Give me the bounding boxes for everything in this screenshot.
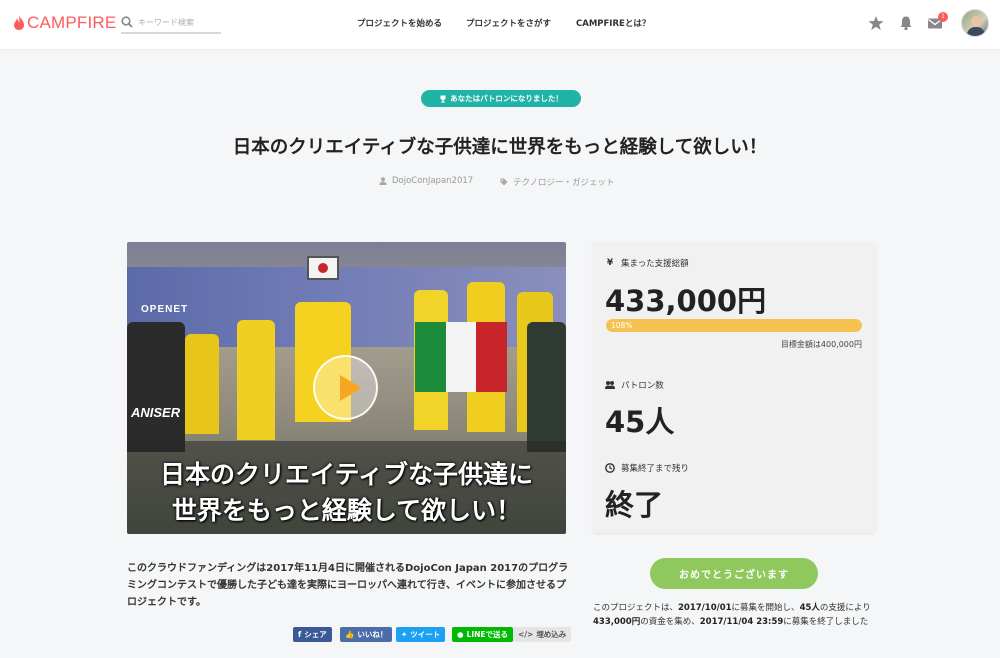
user-icon	[379, 177, 387, 185]
twitter-icon: ✦	[401, 630, 408, 639]
embed-label: 埋め込み	[536, 630, 567, 639]
laptop-flag	[307, 256, 339, 280]
patrons-label: パトロン数	[605, 379, 664, 391]
goal-amount: 目標金額は400,000円	[780, 340, 862, 349]
yen-icon: ¥	[606, 258, 614, 268]
project-category[interactable]: テクノロジー・ガジェット	[500, 176, 615, 188]
patrons-count: 45人	[605, 405, 675, 439]
progress-fill	[606, 319, 862, 332]
tweet-button[interactable]: ✦ ツイート	[396, 627, 446, 642]
thumbs-up-icon: 👍	[345, 630, 355, 639]
remaining-label: 募集終了まで残り	[605, 462, 689, 474]
raised-label: ¥ 集まった支援総額	[605, 257, 689, 269]
summary-end-date: 2017/11/04 23:59	[699, 617, 784, 627]
bell-icon[interactable]	[898, 15, 914, 31]
facebook-share-button[interactable]: f シェア	[293, 627, 332, 642]
trophy-icon	[440, 95, 446, 102]
main-nav: プロジェクトを始める プロジェクトをさがす CAMPFIREとは？	[0, 17, 1000, 31]
header: CAMPFIRE プロジェクトを始める プロジェクトをさがす CAMPFIREと…	[0, 0, 1000, 50]
embed-button[interactable]: </> 埋め込み	[513, 627, 572, 642]
facebook-icon: f	[298, 630, 302, 639]
project-description: このクラウドファンディングは2017年11月4日に開催されるDojoCon Ja…	[127, 563, 569, 608]
funding-summary: このプロジェクトは、2017/10/01に募集を開始し、45人の支援により 433…	[593, 601, 883, 629]
summary-text: に募集を開始し、	[731, 603, 800, 613]
owner-name: DojoConJapan2017	[392, 176, 474, 186]
congrats-button[interactable]: おめでとうございます	[650, 558, 818, 589]
progress-percent: 108%	[611, 321, 633, 330]
category-name: テクノロジー・ガジェット	[513, 178, 615, 188]
line-share-button[interactable]: ● LINEで送る	[452, 627, 514, 642]
stats-panel: ¥ 集まった支援総額 433,000円 108% 目標金額は400,000円 パ…	[593, 242, 876, 533]
video-person	[527, 322, 566, 452]
clock-icon	[605, 463, 615, 473]
summary-start-date: 2017/10/01	[678, 603, 732, 613]
star-icon[interactable]	[868, 15, 884, 31]
raised-label-text: 集まった支援総額	[621, 259, 689, 269]
avatar[interactable]	[961, 9, 989, 37]
nav-find-project[interactable]: プロジェクトをさがす	[466, 17, 551, 29]
project-title: 日本のクリエイティブな子供達に世界をもっと経験して欲しい！	[232, 137, 768, 158]
project-video[interactable]: OPENET ANISER 日本のクリエイティブな子供達に 世界をもっと経験して…	[127, 242, 566, 534]
like-button[interactable]: 👍 いいね！	[340, 627, 393, 642]
summary-patron-count: 45人	[799, 603, 820, 613]
sign-text: ANISER	[131, 405, 181, 420]
mail-badge: 1	[938, 12, 948, 22]
nav-about[interactable]: CAMPFIREとは？	[576, 17, 650, 29]
like-label: いいね！	[357, 630, 388, 639]
line-share-label: LINEで送る	[466, 630, 509, 639]
summary-text: の支援により	[819, 603, 871, 613]
tweet-label: ツイート	[410, 630, 441, 639]
funding-progress-bar: 108%	[606, 319, 862, 332]
caption-line-1: 日本のクリエイティブな子供達に	[159, 460, 533, 489]
video-caption: 日本のクリエイティブな子供達に 世界をもっと経験して欲しい！	[127, 441, 566, 534]
line-icon: ●	[457, 630, 464, 639]
video-person	[185, 334, 219, 434]
video-person	[127, 322, 185, 452]
patrons-label-text: パトロン数	[621, 381, 664, 391]
patron-status-badge: あなたはパトロンになりました！	[421, 90, 581, 107]
summary-text: このプロジェクトは、	[593, 603, 679, 613]
summary-text: の資金を集め、	[640, 617, 700, 627]
remaining-value: 終了	[605, 488, 664, 522]
banner-text: OPENET	[141, 304, 189, 315]
facebook-share-label: シェア	[304, 630, 327, 639]
users-icon	[605, 381, 615, 389]
code-icon: </>	[518, 630, 534, 639]
raised-amount: 433,000円	[605, 284, 767, 318]
summary-amount: 433,000円	[593, 617, 641, 627]
patron-status-text: あなたはパトロンになりました！	[450, 94, 563, 103]
tag-icon	[500, 178, 508, 186]
remaining-label-text: 募集終了まで残り	[621, 464, 690, 474]
project-owner[interactable]: DojoConJapan2017	[379, 176, 473, 186]
nav-start-project[interactable]: プロジェクトを始める	[357, 17, 442, 29]
play-button[interactable]	[313, 355, 378, 420]
summary-text: に募集を終了しました	[783, 617, 869, 627]
caption-line-2: 世界をもっと経験して欲しい！	[171, 496, 522, 525]
italian-flag	[415, 322, 508, 392]
video-person	[237, 320, 275, 440]
